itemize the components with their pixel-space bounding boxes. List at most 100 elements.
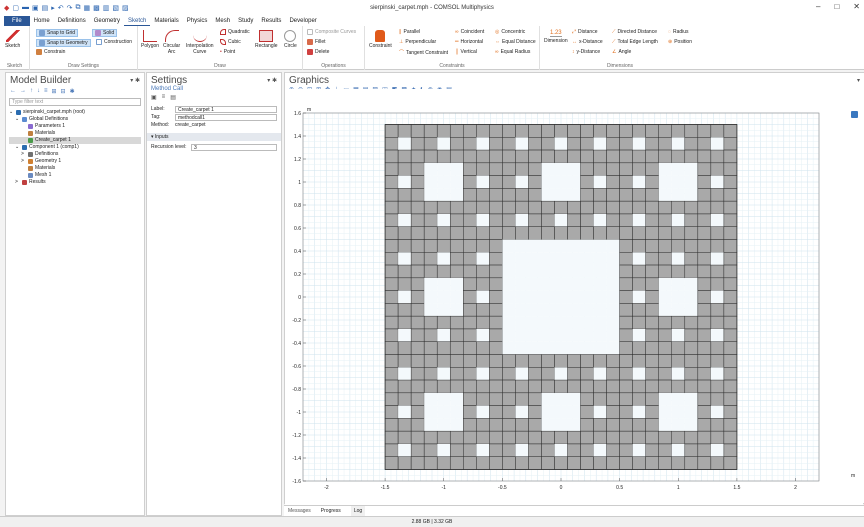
tree-node[interactable]: > Definitions	[9, 151, 141, 158]
tangent-constraint-button[interactable]: ⌒ Tangent Constraint	[399, 49, 448, 57]
tab-messages[interactable]: Messages	[288, 506, 311, 516]
sketch-button[interactable]: Sketch	[5, 30, 20, 49]
tab-physics[interactable]: Physics	[183, 16, 212, 26]
paste-icon[interactable]: ▦	[84, 4, 91, 12]
open-icon[interactable]: ▬	[22, 4, 29, 12]
settings-icon[interactable]: ✱	[70, 88, 75, 96]
tab-mesh[interactable]: Mesh	[211, 16, 234, 26]
interpolation-curve-button[interactable]: Interpolation Curve	[186, 30, 214, 55]
method-call-open-icon[interactable]: ▤	[170, 94, 176, 101]
close-button[interactable]: ✕	[853, 2, 860, 11]
snap-to-grid-toggle[interactable]: Snap to Grid	[36, 29, 79, 37]
tab-log[interactable]: Log	[350, 506, 366, 516]
redo-icon[interactable]: ↷	[67, 4, 73, 12]
coincident-button[interactable]: ∞ Coincident	[455, 29, 484, 35]
tab-results[interactable]: Results	[257, 16, 285, 26]
rectangle-button[interactable]: Rectangle	[255, 30, 278, 49]
tree-node[interactable]: Materials	[9, 130, 141, 137]
tree-node[interactable]: Materials	[9, 165, 141, 172]
new-icon[interactable]: ▢	[12, 4, 19, 12]
equal-distance-button[interactable]: ⇔ Equal Distance	[495, 39, 536, 45]
y-distance-button[interactable]: ↕ y-Distance	[572, 49, 600, 55]
constrain-toggle[interactable]: Constrain	[36, 49, 65, 55]
chevron-down-icon[interactable]: ⌄	[15, 116, 20, 123]
tree-node[interactable]: ⌄ Component 1 (comp1)	[9, 144, 141, 151]
collapse-icon[interactable]: ⊟	[61, 88, 66, 96]
graphics-canvas[interactable]: 1.6 1.4 1.2 1 0.8 0.6 0.4 0.2 0 -0.2 -0.4 -0.6 -0.8 -…	[285, 89, 863, 505]
point-button[interactable]: • Point	[220, 49, 235, 55]
method-call-run-icon[interactable]: ▣	[151, 94, 157, 101]
x-distance-button[interactable]: ↔ x-Distance	[572, 39, 603, 45]
graphics-menu-icon[interactable]: ▾	[857, 77, 860, 84]
label-field[interactable]: Create_carpet 1	[175, 105, 277, 113]
directed-distance-button[interactable]: ⟋ Directed Distance	[612, 29, 657, 35]
tab-sketch[interactable]: Sketch	[124, 16, 151, 26]
tree-node[interactable]: ⌄ Global Definitions	[9, 116, 141, 123]
tab-geometry[interactable]: Geometry	[90, 16, 124, 26]
back-icon[interactable]: ←	[10, 88, 16, 96]
fillet-button[interactable]: Fillet	[307, 39, 326, 45]
quadratic-button[interactable]: Quadratic	[220, 29, 250, 35]
circular-arc-button[interactable]: Circular Arc	[163, 30, 180, 55]
show-icon[interactable]: ⊞	[52, 88, 57, 96]
inputs-section-header[interactable]: ▾ Inputs	[147, 133, 281, 141]
minimize-button[interactable]: –	[816, 2, 820, 11]
tab-definitions[interactable]: Definitions	[54, 16, 90, 26]
polygon-button[interactable]: Polygon	[141, 30, 159, 49]
snap-to-geometry-toggle[interactable]: Snap to Geometry	[36, 39, 91, 47]
pane-menu-icon[interactable]: ▾ ✱	[130, 77, 140, 84]
tab-developer[interactable]: Developer	[285, 16, 320, 26]
constraint-button[interactable]: Constraint	[369, 30, 392, 49]
tree-node[interactable]: ⌄ sierpinski_carpet.mph (root)	[9, 109, 141, 116]
composite-curves-button[interactable]: Composite Curves	[307, 29, 356, 35]
tree-node[interactable]: > Geometry 1	[9, 158, 141, 165]
tab-study[interactable]: Study	[234, 16, 257, 26]
cubic-button[interactable]: Cubic	[220, 39, 241, 45]
equal-radius-button[interactable]: ∞ Equal Radius	[495, 49, 530, 55]
undo-icon[interactable]: ↶	[58, 4, 64, 12]
circle-button[interactable]: Circle	[284, 30, 297, 49]
angle-button[interactable]: ∠ Angle	[612, 49, 631, 55]
expand-all-icon[interactable]: ≡	[44, 88, 48, 96]
run-icon[interactable]: ▸	[51, 4, 55, 12]
duplicate-icon[interactable]: ▩	[93, 4, 100, 12]
tree-node[interactable]: Parameters 1	[9, 123, 141, 130]
up-icon[interactable]: ↑	[30, 88, 33, 96]
tree-node[interactable]: Create_carpet 1	[9, 137, 141, 144]
tag-field[interactable]: methodcall1	[175, 113, 277, 121]
tab-progress[interactable]: Progress	[321, 506, 341, 516]
forward-icon[interactable]: →	[20, 88, 26, 96]
print-icon[interactable]: ▤	[42, 4, 49, 12]
tab-file[interactable]: File	[4, 16, 30, 26]
distance-button[interactable]: ⤢ Distance	[572, 29, 597, 35]
sierpinski-carpet-geometry[interactable]	[384, 124, 738, 470]
filter-input[interactable]: Type filter text	[9, 98, 141, 106]
chevron-right-icon[interactable]: >	[21, 151, 26, 158]
chevron-right-icon[interactable]: >	[21, 158, 26, 165]
vertical-button[interactable]: ║ Vertical	[455, 49, 477, 55]
chevron-right-icon[interactable]: >	[15, 179, 20, 186]
perpendicular-button[interactable]: ⊥ Perpendicular	[399, 39, 436, 45]
method-call-edit-icon[interactable]: ≡	[162, 94, 166, 101]
recursion-level-field[interactable]: 3	[191, 143, 277, 151]
total-edge-length-button[interactable]: ⟋ Total Edge Length	[612, 39, 658, 45]
maximize-button[interactable]: □	[834, 2, 839, 11]
radius-button[interactable]: ◌ Radius	[668, 29, 689, 35]
chevron-down-icon[interactable]: ⌄	[15, 144, 20, 151]
tree-node[interactable]: Mesh 1	[9, 172, 141, 179]
construction-toggle[interactable]: Construction	[96, 39, 132, 45]
concentric-button[interactable]: ◎ Concentric	[495, 29, 525, 35]
tree-node[interactable]: > Results	[9, 179, 141, 186]
delete-icon[interactable]: ▥	[103, 4, 110, 12]
delete-button[interactable]: Delete	[307, 49, 329, 55]
dimension-button[interactable]: 1.23 Dimension	[544, 30, 568, 44]
orientation-icon[interactable]	[851, 111, 858, 118]
solid-toggle[interactable]: Solid	[92, 29, 118, 37]
copy-icon[interactable]: ⧉	[76, 4, 81, 12]
position-button[interactable]: ⊕ Position	[668, 39, 692, 45]
settings-menu-icon[interactable]: ▾ ✱	[267, 77, 277, 84]
down-icon[interactable]: ↓	[37, 88, 40, 96]
tab-materials[interactable]: Materials	[150, 16, 182, 26]
save-icon[interactable]: ▣	[32, 4, 39, 12]
chevron-down-icon[interactable]: ⌄	[9, 109, 14, 116]
